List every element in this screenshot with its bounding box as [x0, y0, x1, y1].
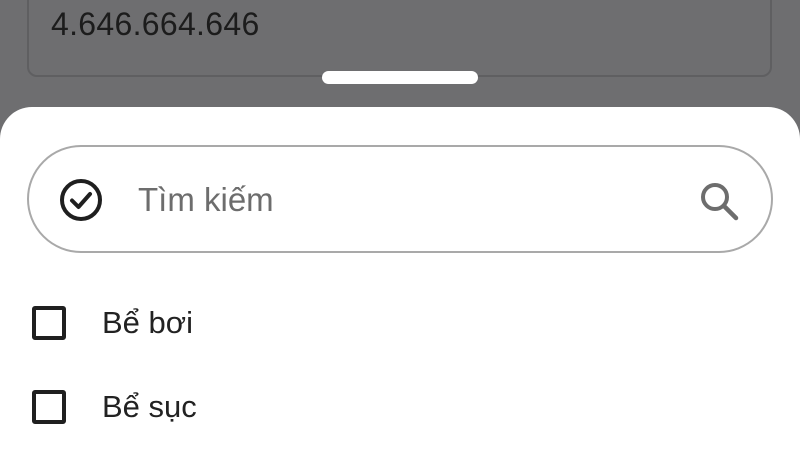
bottom-sheet: Tìm kiếm Bể bơi Bể sục: [0, 107, 800, 450]
option-label: Bể sục: [102, 389, 197, 424]
sheet-drag-handle[interactable]: [322, 71, 478, 84]
background-input-field: 4.646.664.646: [27, 0, 772, 77]
screen: 4.646.664.646 Tìm kiếm Bể bơi Bể sục: [0, 0, 800, 450]
search-placeholder: Tìm kiếm: [138, 181, 274, 218]
search-input[interactable]: Tìm kiếm: [27, 145, 773, 253]
option-checkbox[interactable]: [32, 390, 66, 424]
search-icon[interactable]: [697, 179, 741, 223]
background-field-value: 4.646.664.646: [51, 6, 260, 42]
option-item[interactable]: Bể sục: [32, 385, 197, 429]
option-checkbox[interactable]: [32, 306, 66, 340]
check-circle-icon[interactable]: [59, 178, 103, 222]
option-label: Bể bơi: [102, 305, 193, 340]
option-item[interactable]: Bể bơi: [32, 301, 193, 345]
